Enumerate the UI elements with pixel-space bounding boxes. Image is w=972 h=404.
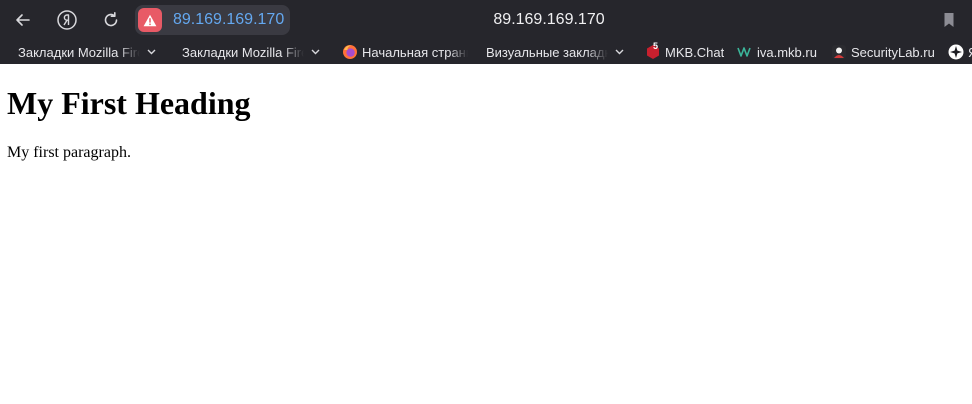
bookmark-label: MKB.Chat (665, 44, 725, 60)
chevron-down-icon (146, 49, 156, 55)
url-text[interactable]: 89.169.169.170 (173, 11, 284, 29)
browser-chrome: 89.169.169.170 89.169.169.170 Закладки M… (0, 0, 972, 64)
bookmarks-bar: Закладки Mozilla Firefox Закладки Mozill… (0, 40, 972, 64)
reload-icon (104, 12, 118, 27)
iva-icon (737, 44, 753, 60)
notification-badge: 5 (653, 41, 659, 51)
bookmark-label: Закладки Mozilla Firefox (18, 44, 140, 60)
bookmark-folder-visual[interactable]: Визуальные закладки (486, 42, 624, 62)
browser-toolbar: 89.169.169.170 89.169.169.170 (0, 0, 972, 40)
bookmark-page-button[interactable] (938, 9, 960, 31)
chevron-down-icon (614, 49, 624, 55)
bookmark-iva[interactable]: iva.mkb.ru (737, 42, 817, 62)
bookmark-label: Начальная страница (362, 44, 468, 60)
bookmark-icon (944, 13, 954, 27)
page-heading: My First Heading (7, 85, 251, 121)
bookmark-label: SecurityLab.ru (851, 44, 935, 60)
bookmark-label: Закладки Mozilla Firefox (182, 44, 304, 60)
chevron-down-icon (310, 49, 320, 55)
yandex-button[interactable] (53, 6, 81, 34)
bookmark-start-page[interactable]: Начальная страница (342, 42, 468, 62)
firefox-icon (342, 44, 358, 60)
bookmark-label: Визуальные закладки (486, 44, 608, 60)
bookmark-securitylab[interactable]: SecurityLab.ru (831, 42, 935, 62)
securitylab-icon (831, 44, 847, 60)
bookmark-folder-firefox-2[interactable]: Закладки Mozilla Firefox (182, 42, 320, 62)
page-title: 89.169.169.170 (493, 11, 605, 28)
bookmark-label: iva.mkb.ru (757, 44, 817, 60)
back-button[interactable] (9, 6, 37, 34)
page-paragraph: My first paragraph. (7, 144, 131, 161)
arrow-left-icon (16, 14, 30, 26)
yandex-logo-icon (57, 10, 77, 30)
bookmark-ya[interactable]: Я (948, 42, 972, 62)
page-content: My First Heading My first paragraph. (0, 64, 972, 404)
bookmark-label: Я (968, 45, 972, 60)
bookmark-mkb-chat[interactable]: 5 MKB.Chat (645, 41, 725, 62)
reload-button[interactable] (97, 6, 125, 34)
warning-triangle-icon (143, 14, 157, 26)
bookmark-folder-firefox-1[interactable]: Закладки Mozilla Firefox (18, 42, 156, 62)
address-bar[interactable]: 89.169.169.170 (135, 5, 290, 35)
mkb-chat-icon: 5 (645, 41, 661, 60)
security-warning-button[interactable] (138, 8, 162, 32)
star-icon (948, 44, 964, 60)
